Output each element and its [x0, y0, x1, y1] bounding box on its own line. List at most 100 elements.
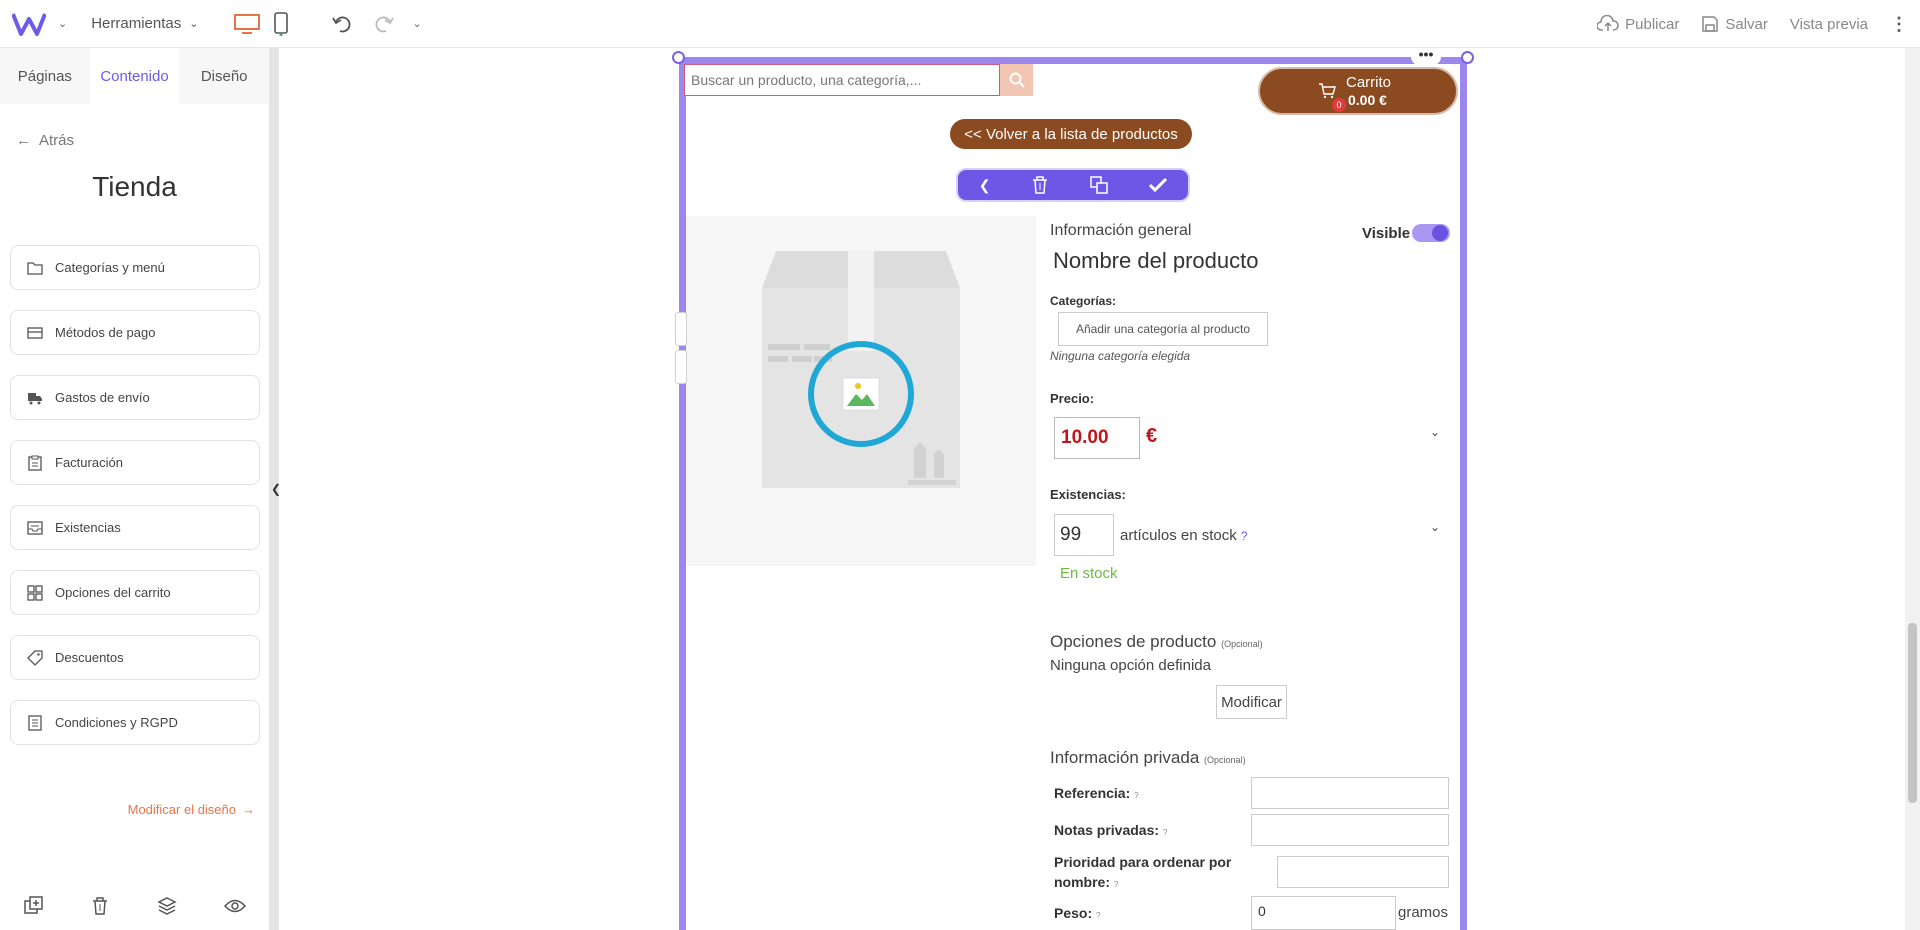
- private-notes-textarea[interactable]: [1251, 814, 1449, 846]
- chevron-down-icon[interactable]: ⌄: [58, 17, 67, 30]
- tab-pages[interactable]: Páginas: [0, 48, 90, 104]
- eye-icon[interactable]: [224, 898, 247, 914]
- reference-label: Referencia: ?: [1054, 785, 1139, 801]
- weight-input[interactable]: 0: [1251, 896, 1396, 930]
- preview-button[interactable]: Vista previa: [1790, 16, 1868, 33]
- checkmark-icon[interactable]: [1149, 178, 1168, 192]
- clipboard-icon: [28, 455, 42, 471]
- document-icon: [28, 714, 42, 731]
- modify-design-link[interactable]: Modificar el diseño →: [128, 802, 255, 817]
- help-icon[interactable]: ?: [1241, 529, 1248, 543]
- layers-icon[interactable]: [157, 896, 177, 916]
- sidebar-item-terms[interactable]: Condiciones y RGPD: [10, 700, 260, 745]
- redo-icon[interactable]: [372, 14, 395, 34]
- sidebar-item-discounts[interactable]: Descuentos: [10, 635, 260, 680]
- publish-label: Publicar: [1625, 15, 1680, 33]
- panel-bottom-toolbar: [0, 882, 270, 930]
- help-icon[interactable]: ?: [1096, 911, 1100, 920]
- sidebar-item-label: Métodos de pago: [55, 325, 156, 340]
- tab-content[interactable]: Contenido: [89, 48, 180, 104]
- canvas-scrollbar[interactable]: [1905, 48, 1920, 930]
- visible-toggle[interactable]: Visible: [1362, 224, 1451, 242]
- sidebar-item-payment[interactable]: Métodos de pago: [10, 310, 260, 355]
- toggle-switch[interactable]: [1412, 224, 1451, 242]
- categories-label: Categorías:: [1050, 294, 1117, 308]
- chevron-left-icon[interactable]: ❮: [979, 177, 991, 194]
- arrow-right-icon: →: [242, 802, 255, 817]
- product-search-input[interactable]: Buscar un producto, una categoría,...: [684, 64, 1000, 96]
- back-link[interactable]: ← Atrás: [16, 132, 269, 149]
- cart-button[interactable]: 0 Carrito 0.00 €: [1258, 67, 1458, 115]
- help-icon[interactable]: ?: [1134, 791, 1138, 800]
- tools-menu[interactable]: Herramientas ⌄: [91, 15, 198, 32]
- preview-label: Vista previa: [1789, 15, 1868, 33]
- optional-tag: (Opcional): [1204, 755, 1246, 765]
- back-to-list-button[interactable]: << Volver a la lista de productos: [950, 119, 1192, 149]
- drag-handle-icon[interactable]: [675, 350, 687, 384]
- trash-icon[interactable]: [91, 896, 109, 916]
- save-button[interactable]: Salvar: [1701, 15, 1768, 33]
- panel-title: Tienda: [92, 171, 177, 202]
- save-label: Salvar: [1725, 15, 1768, 33]
- tab-design[interactable]: Diseño: [179, 48, 269, 104]
- back-label: Atrás: [39, 132, 75, 149]
- visible-label: Visible: [1362, 224, 1411, 242]
- sidebar-item-label: Gastos de envío: [55, 390, 150, 405]
- help-icon[interactable]: ?: [1114, 880, 1118, 889]
- product-name[interactable]: Nombre del producto: [1053, 248, 1258, 274]
- duplicate-icon[interactable]: [1089, 176, 1108, 194]
- sidebar-item-label: Categorías y menú: [55, 260, 165, 275]
- more-menu-icon[interactable]: ⋮: [1890, 15, 1908, 33]
- priority-label-text: Prioridad para ordenar por nombre:: [1054, 854, 1232, 890]
- sidebar-item-label: Condiciones y RGPD: [55, 715, 178, 730]
- priority-input[interactable]: [1277, 856, 1449, 888]
- cart-icon: [1319, 83, 1336, 99]
- search-button[interactable]: [1000, 64, 1033, 96]
- credit-card-icon: [27, 326, 43, 339]
- weight-label-text: Peso:: [1054, 905, 1093, 921]
- truck-icon: [28, 392, 42, 404]
- product-options-title: Opciones de producto (Opcional): [1050, 632, 1263, 652]
- sidebar-item-shipping[interactable]: Gastos de envío: [10, 375, 260, 420]
- scrollbar-thumb[interactable]: [1908, 623, 1917, 803]
- modify-options-button[interactable]: Modificar: [1216, 685, 1287, 719]
- sidebar-item-stock[interactable]: Existencias: [10, 505, 260, 550]
- chevron-down-icon[interactable]: ⌄: [412, 17, 421, 30]
- no-category-text: Ninguna categoría elegida: [1050, 349, 1191, 363]
- price-input[interactable]: 10.00: [1054, 417, 1140, 459]
- drag-handle-icon[interactable]: [675, 312, 687, 346]
- trash-icon[interactable]: [1032, 176, 1048, 194]
- stock-quantity-input[interactable]: 99: [1054, 514, 1114, 556]
- cloud-upload-icon: [1597, 15, 1619, 31]
- mobile-icon[interactable]: [274, 11, 289, 36]
- reference-input[interactable]: [1251, 777, 1449, 809]
- chevron-down-icon: ⌄: [189, 18, 199, 30]
- undo-icon[interactable]: [332, 14, 354, 34]
- no-options-text: Ninguna opción definida: [1050, 657, 1211, 674]
- block-options-icon[interactable]: •••: [1411, 47, 1441, 65]
- store-menu: Categorías y menú Métodos de pago Gastos…: [0, 245, 269, 745]
- product-toolbar: ❮: [956, 168, 1190, 202]
- sidebar-item-billing[interactable]: Facturación: [10, 440, 260, 485]
- in-stock-status: En stock: [1060, 565, 1118, 582]
- sidebar-item-label: Opciones del carrito: [55, 585, 171, 600]
- chevron-down-icon[interactable]: ⌄: [1430, 425, 1440, 439]
- desktop-icon[interactable]: [234, 13, 261, 35]
- duplicate-icon[interactable]: [24, 896, 44, 916]
- add-category-button[interactable]: Añadir una categoría al producto: [1058, 312, 1268, 346]
- sidebar-item-categories[interactable]: Categorías y menú: [10, 245, 260, 290]
- publish-button[interactable]: Publicar: [1597, 15, 1679, 33]
- resize-handle[interactable]: [1461, 51, 1474, 64]
- product-image-placeholder[interactable]: [686, 216, 1036, 566]
- save-icon: [1702, 16, 1719, 32]
- resize-handle[interactable]: [672, 51, 685, 64]
- chevron-down-icon[interactable]: ⌄: [1430, 520, 1440, 534]
- sidebar-item-cart-options[interactable]: Opciones del carrito: [10, 570, 260, 615]
- weight-label: Peso: ?: [1054, 905, 1100, 921]
- logo-icon[interactable]: [12, 9, 48, 39]
- stock-label: Existencias:: [1050, 487, 1126, 502]
- optional-tag: (Opcional): [1221, 639, 1263, 649]
- grid-icon: [27, 584, 43, 601]
- help-icon[interactable]: ?: [1163, 828, 1167, 837]
- private-notes-label-text: Notas privadas:: [1054, 822, 1160, 838]
